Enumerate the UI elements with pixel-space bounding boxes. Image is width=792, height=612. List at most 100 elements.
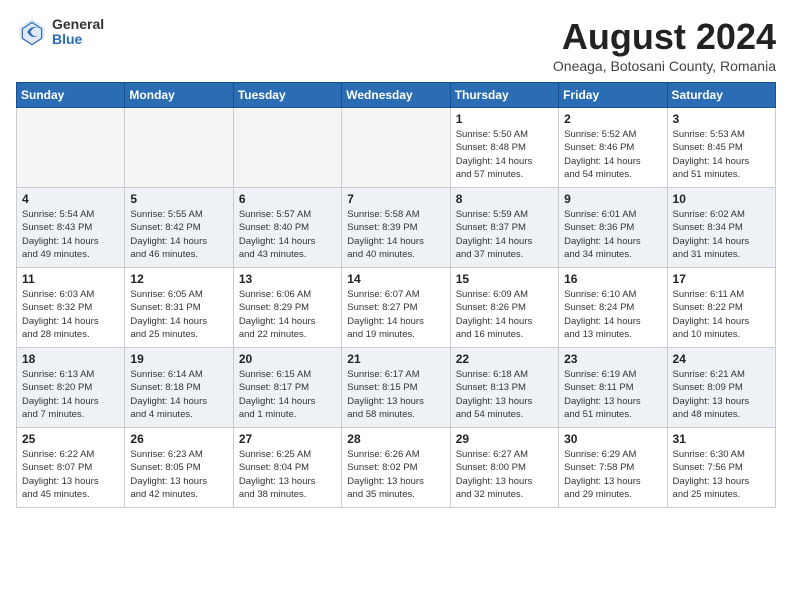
weekday-header-thursday: Thursday <box>450 83 558 108</box>
day-info: Sunrise: 6:30 AM Sunset: 7:56 PM Dayligh… <box>673 448 770 501</box>
day-number: 5 <box>130 192 227 206</box>
calendar-table: SundayMondayTuesdayWednesdayThursdayFrid… <box>16 82 776 508</box>
day-number: 19 <box>130 352 227 366</box>
calendar-cell: 27 Sunrise: 6:25 AM Sunset: 8:04 PM Dayli… <box>233 428 341 508</box>
weekday-header-saturday: Saturday <box>667 83 775 108</box>
calendar-cell <box>342 108 450 188</box>
calendar-cell: 4 Sunrise: 5:54 AM Sunset: 8:43 PM Daylig… <box>17 188 125 268</box>
calendar-cell: 5 Sunrise: 5:55 AM Sunset: 8:42 PM Daylig… <box>125 188 233 268</box>
week-row-4: 18Sunrise: 6:13 AM Sunset: 8:20 PM Dayli… <box>17 348 776 428</box>
calendar-cell: 7Sunrise: 5:58 AM Sunset: 8:39 PM Daylig… <box>342 188 450 268</box>
day-number: 8 <box>456 192 553 206</box>
logo-text: General Blue <box>52 17 104 48</box>
day-number: 9 <box>564 192 661 206</box>
calendar-cell: 10 Sunrise: 6:02 AM Sunset: 8:34 PM Dayli… <box>667 188 775 268</box>
week-row-1: 1 Sunrise: 5:50 AM Sunset: 8:48 PM Daylig… <box>17 108 776 188</box>
logo-icon <box>16 16 48 48</box>
calendar-cell: 26Sunrise: 6:23 AM Sunset: 8:05 PM Dayli… <box>125 428 233 508</box>
day-info: Sunrise: 6:15 AM Sunset: 8:17 PM Dayligh… <box>239 368 336 421</box>
day-info: Sunrise: 6:01 AM Sunset: 8:36 PM Dayligh… <box>564 208 661 261</box>
day-number: 1 <box>456 112 553 126</box>
calendar-cell: 17 Sunrise: 6:11 AM Sunset: 8:22 PM Dayli… <box>667 268 775 348</box>
day-info: Sunrise: 6:23 AM Sunset: 8:05 PM Dayligh… <box>130 448 227 501</box>
logo-general-text: General <box>52 17 104 32</box>
day-number: 2 <box>564 112 661 126</box>
calendar-cell: 12Sunrise: 6:05 AM Sunset: 8:31 PM Dayli… <box>125 268 233 348</box>
day-number: 18 <box>22 352 119 366</box>
day-info: Sunrise: 6:25 AM Sunset: 8:04 PM Dayligh… <box>239 448 336 501</box>
calendar-cell: 19 Sunrise: 6:14 AM Sunset: 8:18 PM Dayli… <box>125 348 233 428</box>
calendar-cell: 9 Sunrise: 6:01 AM Sunset: 8:36 PM Daylig… <box>559 188 667 268</box>
week-row-3: 11 Sunrise: 6:03 AM Sunset: 8:32 PM Dayli… <box>17 268 776 348</box>
day-number: 10 <box>673 192 770 206</box>
calendar-cell: 14 Sunrise: 6:07 AM Sunset: 8:27 PM Dayli… <box>342 268 450 348</box>
day-info: Sunrise: 6:22 AM Sunset: 8:07 PM Dayligh… <box>22 448 119 501</box>
day-info: Sunrise: 5:58 AM Sunset: 8:39 PM Dayligh… <box>347 208 444 261</box>
day-info: Sunrise: 5:55 AM Sunset: 8:42 PM Dayligh… <box>130 208 227 261</box>
day-number: 30 <box>564 432 661 446</box>
calendar-cell: 29 Sunrise: 6:27 AM Sunset: 8:00 PM Dayli… <box>450 428 558 508</box>
calendar-cell: 1 Sunrise: 5:50 AM Sunset: 8:48 PM Daylig… <box>450 108 558 188</box>
day-info: Sunrise: 6:06 AM Sunset: 8:29 PM Dayligh… <box>239 288 336 341</box>
calendar-cell: 11 Sunrise: 6:03 AM Sunset: 8:32 PM Dayli… <box>17 268 125 348</box>
calendar-cell: 16 Sunrise: 6:10 AM Sunset: 8:24 PM Dayli… <box>559 268 667 348</box>
calendar-cell: 24Sunrise: 6:21 AM Sunset: 8:09 PM Dayli… <box>667 348 775 428</box>
day-number: 13 <box>239 272 336 286</box>
day-info: Sunrise: 6:19 AM Sunset: 8:11 PM Dayligh… <box>564 368 661 421</box>
day-info: Sunrise: 5:54 AM Sunset: 8:43 PM Dayligh… <box>22 208 119 261</box>
calendar-cell: 25Sunrise: 6:22 AM Sunset: 8:07 PM Dayli… <box>17 428 125 508</box>
day-info: Sunrise: 6:26 AM Sunset: 8:02 PM Dayligh… <box>347 448 444 501</box>
day-info: Sunrise: 6:07 AM Sunset: 8:27 PM Dayligh… <box>347 288 444 341</box>
day-info: Sunrise: 6:02 AM Sunset: 8:34 PM Dayligh… <box>673 208 770 261</box>
day-info: Sunrise: 5:50 AM Sunset: 8:48 PM Dayligh… <box>456 128 553 181</box>
page-header: General Blue August 2024 Oneaga, Botosan… <box>16 16 776 74</box>
title-block: August 2024 Oneaga, Botosani County, Rom… <box>553 16 776 74</box>
calendar-cell: 6 Sunrise: 5:57 AM Sunset: 8:40 PM Daylig… <box>233 188 341 268</box>
day-info: Sunrise: 6:17 AM Sunset: 8:15 PM Dayligh… <box>347 368 444 421</box>
logo: General Blue <box>16 16 104 48</box>
day-number: 22 <box>456 352 553 366</box>
day-number: 11 <box>22 272 119 286</box>
calendar-cell <box>125 108 233 188</box>
week-row-2: 4 Sunrise: 5:54 AM Sunset: 8:43 PM Daylig… <box>17 188 776 268</box>
calendar-cell: 23 Sunrise: 6:19 AM Sunset: 8:11 PM Dayli… <box>559 348 667 428</box>
weekday-header-tuesday: Tuesday <box>233 83 341 108</box>
day-info: Sunrise: 6:14 AM Sunset: 8:18 PM Dayligh… <box>130 368 227 421</box>
day-number: 28 <box>347 432 444 446</box>
day-number: 14 <box>347 272 444 286</box>
calendar-cell <box>233 108 341 188</box>
month-title: August 2024 <box>553 16 776 58</box>
calendar-cell: 22 Sunrise: 6:18 AM Sunset: 8:13 PM Dayli… <box>450 348 558 428</box>
day-number: 23 <box>564 352 661 366</box>
day-info: Sunrise: 5:57 AM Sunset: 8:40 PM Dayligh… <box>239 208 336 261</box>
day-number: 4 <box>22 192 119 206</box>
day-info: Sunrise: 5:53 AM Sunset: 8:45 PM Dayligh… <box>673 128 770 181</box>
calendar-cell: 2Sunrise: 5:52 AM Sunset: 8:46 PM Daylig… <box>559 108 667 188</box>
weekday-header-friday: Friday <box>559 83 667 108</box>
weekday-header-wednesday: Wednesday <box>342 83 450 108</box>
day-number: 3 <box>673 112 770 126</box>
day-number: 15 <box>456 272 553 286</box>
calendar-cell: 13 Sunrise: 6:06 AM Sunset: 8:29 PM Dayli… <box>233 268 341 348</box>
day-number: 20 <box>239 352 336 366</box>
day-number: 27 <box>239 432 336 446</box>
day-number: 29 <box>456 432 553 446</box>
day-info: Sunrise: 6:03 AM Sunset: 8:32 PM Dayligh… <box>22 288 119 341</box>
week-row-5: 25Sunrise: 6:22 AM Sunset: 8:07 PM Dayli… <box>17 428 776 508</box>
day-info: Sunrise: 6:10 AM Sunset: 8:24 PM Dayligh… <box>564 288 661 341</box>
day-info: Sunrise: 6:18 AM Sunset: 8:13 PM Dayligh… <box>456 368 553 421</box>
calendar-cell: 3 Sunrise: 5:53 AM Sunset: 8:45 PM Daylig… <box>667 108 775 188</box>
day-info: Sunrise: 6:27 AM Sunset: 8:00 PM Dayligh… <box>456 448 553 501</box>
location-subtitle: Oneaga, Botosani County, Romania <box>553 58 776 74</box>
day-number: 16 <box>564 272 661 286</box>
calendar-cell: 21Sunrise: 6:17 AM Sunset: 8:15 PM Dayli… <box>342 348 450 428</box>
day-number: 6 <box>239 192 336 206</box>
day-info: Sunrise: 6:21 AM Sunset: 8:09 PM Dayligh… <box>673 368 770 421</box>
day-number: 31 <box>673 432 770 446</box>
calendar-cell <box>17 108 125 188</box>
day-info: Sunrise: 6:11 AM Sunset: 8:22 PM Dayligh… <box>673 288 770 341</box>
calendar-cell: 20 Sunrise: 6:15 AM Sunset: 8:17 PM Dayli… <box>233 348 341 428</box>
logo-blue-text: Blue <box>52 32 104 47</box>
day-number: 17 <box>673 272 770 286</box>
calendar-cell: 31 Sunrise: 6:30 AM Sunset: 7:56 PM Dayli… <box>667 428 775 508</box>
